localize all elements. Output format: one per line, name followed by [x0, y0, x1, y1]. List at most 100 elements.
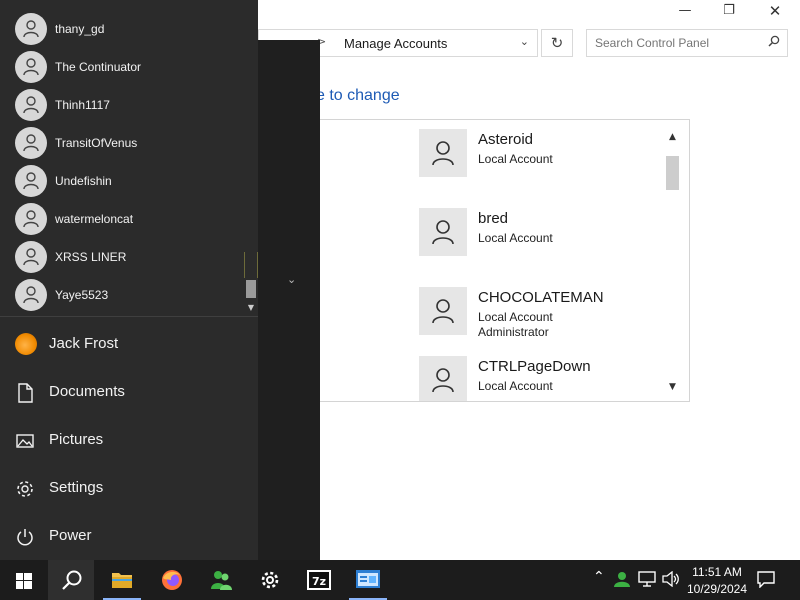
account-name: bred: [478, 210, 509, 227]
user-avatar-icon: [15, 51, 47, 83]
clock-date[interactable]: 10/29/2024: [686, 582, 748, 596]
account-name: CTRLPageDown: [478, 358, 591, 375]
account-type: Local Account: [478, 152, 553, 166]
7zip-icon: 7z: [307, 570, 331, 590]
user-avatar-icon: [15, 333, 37, 355]
user-list-item[interactable]: The Continuator: [0, 48, 244, 86]
user-avatar-icon: [419, 129, 467, 177]
user-name: Undefishin: [55, 174, 112, 188]
chevron-down-icon[interactable]: ▼: [245, 302, 257, 314]
user-avatar-icon: [15, 165, 47, 197]
settings-button[interactable]: Settings: [0, 465, 258, 511]
chevron-up-icon[interactable]: ⌃: [593, 569, 605, 585]
user-name: Thinh1117: [55, 98, 110, 112]
user-name: XRSS LINER: [55, 250, 127, 264]
chevron-down-icon[interactable]: ⌄: [287, 273, 296, 286]
maximize-button[interactable]: ❐: [706, 0, 752, 22]
search-box[interactable]: [586, 29, 788, 57]
start-button[interactable]: [0, 560, 46, 600]
chevron-up-icon[interactable]: ▲: [664, 128, 681, 146]
search-button[interactable]: [48, 560, 94, 600]
user-list-scrollbar[interactable]: ▼: [245, 0, 257, 316]
gear-icon: [261, 571, 279, 589]
power-icon: [17, 529, 33, 546]
user-avatar-icon: [15, 127, 47, 159]
user-list-item[interactable]: watermeloncat: [0, 200, 244, 238]
scroll-thumb[interactable]: [666, 156, 679, 190]
user-name: The Continuator: [55, 60, 142, 74]
settings-taskbar-button[interactable]: [247, 560, 293, 600]
user-avatar-icon: [15, 89, 47, 121]
document-icon: [18, 383, 33, 403]
divider: [0, 316, 258, 317]
network-icon[interactable]: [638, 571, 656, 587]
documents-button[interactable]: Documents: [0, 369, 258, 415]
refresh-button[interactable]: ↻: [541, 29, 573, 57]
start-menu-tiles-pane: [258, 40, 320, 560]
accounts-scrollbar[interactable]: ▲ ▼: [664, 128, 681, 396]
pictures-label: Pictures: [49, 431, 104, 448]
taskbar: 7z ⌃: [0, 560, 800, 600]
start-menu: ⌄ thany_gd The Continuator Thinh1117 Tra…: [0, 0, 320, 560]
refresh-icon: ↻: [550, 34, 564, 52]
search-icon[interactable]: [768, 35, 780, 50]
user-list-item[interactable]: Undefishin: [0, 162, 244, 200]
scroll-thumb[interactable]: [246, 280, 256, 298]
user-name: thany_gd: [55, 22, 105, 36]
power-label: Power: [49, 527, 92, 544]
search-input[interactable]: [595, 36, 765, 50]
accounts-list: Asteroid Local Account bred Local Accoun…: [316, 119, 690, 402]
user-icon[interactable]: [613, 570, 631, 588]
user-avatar-icon: [15, 203, 47, 235]
power-button[interactable]: Power: [0, 513, 258, 559]
close-button[interactable]: ✕: [752, 0, 798, 22]
control-panel-icon: [356, 570, 380, 588]
clock-time[interactable]: 11:51 AM: [686, 565, 748, 579]
page-heading-link[interactable]: e to change: [316, 87, 400, 105]
gear-icon: [17, 481, 33, 497]
file-explorer-icon: [112, 573, 132, 588]
svg-text:7z: 7z: [312, 575, 326, 588]
people-icon: [211, 571, 232, 590]
account-type: Local Account: [478, 310, 553, 324]
user-avatar-icon: [419, 208, 467, 256]
search-icon: [62, 570, 82, 590]
user-avatar-icon: [419, 287, 467, 335]
system-tray: ⌃: [588, 560, 688, 600]
user-list-item[interactable]: Thinh1117: [0, 86, 244, 124]
settings-label: Settings: [49, 479, 104, 496]
current-user-button[interactable]: Jack Frost: [0, 321, 258, 367]
user-avatar-icon: [419, 356, 467, 401]
user-avatar-icon: [15, 241, 47, 273]
notification-icon[interactable]: [756, 570, 776, 588]
account-name: Asteroid: [478, 131, 534, 148]
user-avatar-icon: [15, 279, 47, 311]
firefox-button[interactable]: [149, 560, 195, 600]
user-list-item[interactable]: XRSS LINER: [0, 238, 244, 276]
file-explorer-button[interactable]: [99, 560, 145, 600]
account-name: CHOCOLATEMAN: [478, 289, 604, 306]
people-button[interactable]: [198, 560, 244, 600]
start-icon: [16, 573, 32, 589]
chevron-down-icon[interactable]: ⌄: [520, 35, 529, 48]
account-role: Administrator: [478, 325, 549, 339]
user-name: watermeloncat: [55, 212, 134, 226]
volume-icon[interactable]: [662, 571, 680, 587]
pictures-button[interactable]: Pictures: [0, 417, 258, 463]
documents-label: Documents: [49, 383, 125, 400]
current-user-name: Jack Frost: [49, 335, 119, 352]
firefox-icon: [162, 570, 182, 590]
user-list-item[interactable]: thany_gd: [0, 10, 244, 48]
user-list-item[interactable]: Yaye5523: [0, 276, 244, 314]
account-type: Local Account: [478, 379, 553, 393]
user-name: TransitOfVenus: [55, 136, 138, 150]
user-switch-list: thany_gd The Continuator Thinh1117 Trans…: [0, 0, 244, 314]
7zip-button[interactable]: 7z: [296, 560, 342, 600]
breadcrumb-location[interactable]: Manage Accounts: [344, 36, 447, 51]
chevron-down-icon[interactable]: ▼: [664, 378, 681, 396]
minimize-button[interactable]: —: [662, 0, 708, 22]
user-name: Yaye5523: [55, 288, 109, 302]
account-type: Local Account: [478, 231, 553, 245]
user-list-item[interactable]: TransitOfVenus: [0, 124, 244, 162]
control-panel-button[interactable]: [345, 560, 391, 600]
